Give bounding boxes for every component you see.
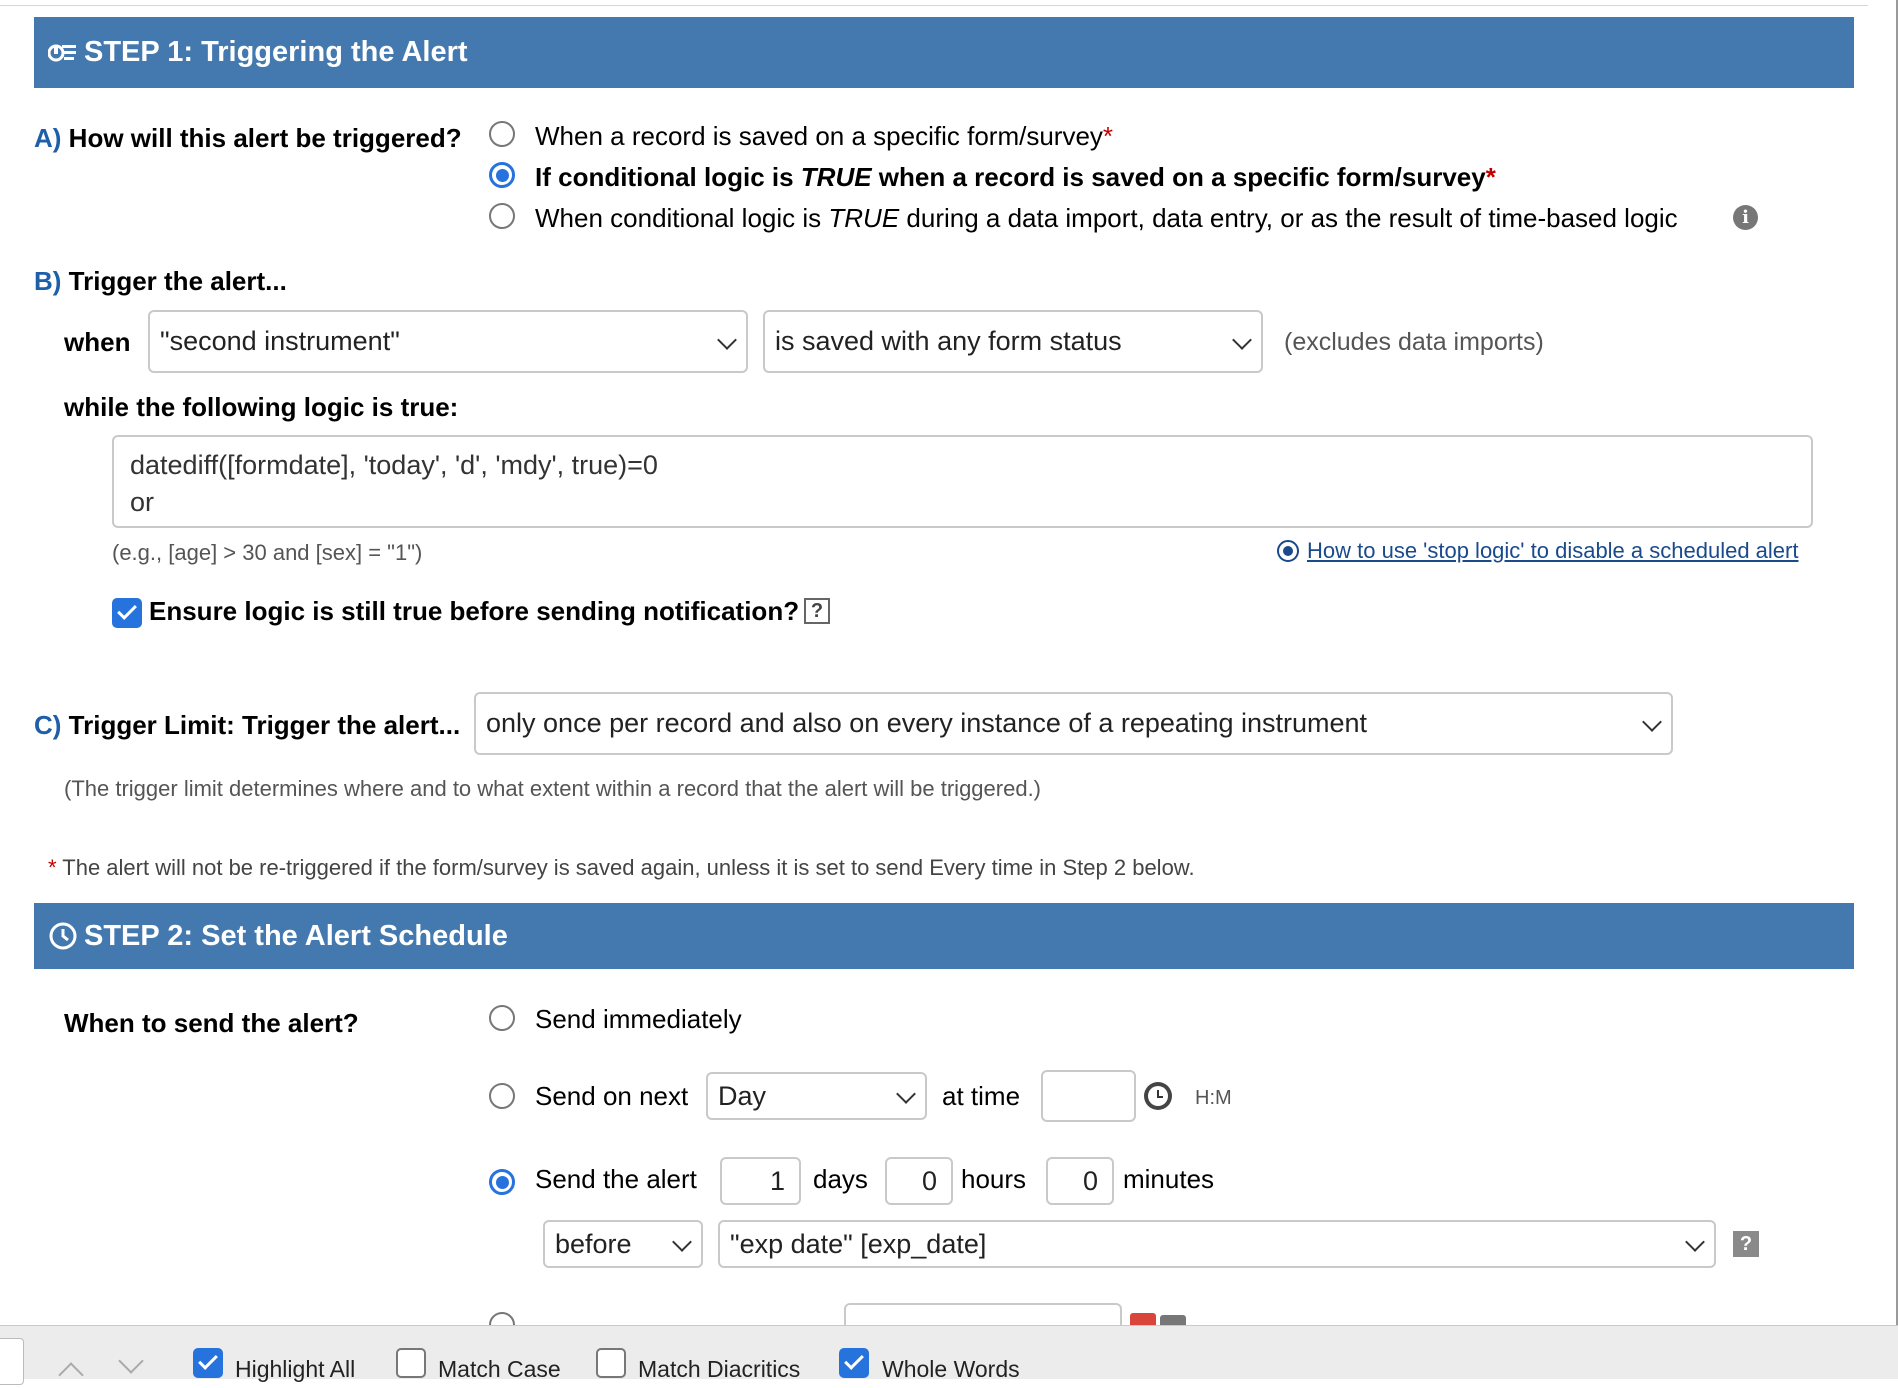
section-b-label: B) Trigger the alert... [34,266,287,296]
chevron-up-icon[interactable] [58,1362,84,1388]
hours-label: hours [961,1164,1027,1194]
excludes-note: (excludes data imports) [1284,328,1544,356]
send-on-next-label[interactable]: Send on next [535,1081,688,1112]
trigger-limit-select[interactable]: only once per record and also on every i… [474,692,1673,755]
days-input[interactable]: 1 [720,1157,801,1205]
section-a-label: A) How will this alert be triggered? [34,123,462,154]
trigger-limit-note: (The trigger limit determines where and … [64,776,1042,801]
match-case-label[interactable]: Match Case [438,1356,561,1383]
highlight-all-checkbox[interactable] [193,1348,223,1378]
info-icon[interactable]: i [1733,205,1758,230]
chevron-down-icon [1642,711,1662,732]
section-c-label: C) Trigger Limit: Trigger the alert... [34,710,461,740]
top-divider [0,0,1868,6]
stop-logic-link[interactable]: How to use 'stop logic' to disable a sch… [1307,538,1798,564]
step1-title: STEP 1: Triggering the Alert [84,36,468,68]
schedule-help-icon[interactable]: ? [1733,1231,1759,1257]
section-a-letter: A) [34,123,62,153]
ensure-help-icon[interactable]: ? [804,598,830,624]
send-the-alert-label[interactable]: Send the alert [535,1164,697,1195]
whole-words-label[interactable]: Whole Words [882,1356,1020,1383]
target-icon [1277,540,1299,562]
trigger-option-logic-on-save-label[interactable]: If conditional logic is TRUE when a reco… [535,162,1496,193]
chevron-down-icon [896,1084,916,1104]
hours-input[interactable]: 0 [885,1157,953,1205]
ensure-logic-checkbox[interactable] [112,598,142,628]
trigger-option-logic-any-label[interactable]: When conditional logic is TRUE during a … [535,203,1678,234]
before-after-select[interactable]: before [543,1220,703,1268]
instrument-select[interactable]: "second instrument" [148,310,748,373]
time-input[interactable] [1041,1070,1136,1122]
alert-editor-page: STEP 1: Triggering the Alert A) How will… [0,0,1898,1388]
step2-header: STEP 2: Set the Alert Schedule [34,903,1854,969]
chevron-down-icon [1685,1232,1705,1252]
send-on-next-radio[interactable] [489,1083,515,1109]
send-the-alert-radio[interactable] [489,1169,515,1195]
trigger-option-logic-on-save-radio[interactable] [489,162,515,188]
match-diacritics-checkbox[interactable] [596,1348,626,1378]
chevron-down-icon[interactable] [118,1348,144,1374]
match-diacritics-label[interactable]: Match Diacritics [638,1356,800,1383]
find-bar: Highlight All Match Case Match Diacritic… [0,1325,1898,1388]
chevron-down-icon [1232,329,1252,350]
clock-icon [46,919,80,953]
minutes-input[interactable]: 0 [1046,1157,1114,1205]
send-immediately-label[interactable]: Send immediately [535,1004,742,1035]
next-period-select[interactable]: Day [706,1072,927,1120]
highlight-all-label[interactable]: Highlight All [235,1356,355,1383]
date-field-select[interactable]: "exp date" [exp_date] [718,1220,1716,1268]
section-a-question: How will this alert be triggered? [68,123,462,153]
minutes-label: minutes [1123,1164,1215,1194]
trigger-option-form-saved-radio[interactable] [489,121,515,147]
step2-title: STEP 2: Set the Alert Schedule [84,919,508,952]
footnote: * The alert will not be re-triggered if … [48,855,1195,880]
logic-example: (e.g., [age] > 30 and [sex] = "1") [112,540,423,565]
time-picker-icon[interactable] [1144,1082,1172,1110]
send-immediately-radio[interactable] [489,1005,515,1031]
logic-textarea[interactable]: datediff([formdate], 'today', 'd', 'mdy'… [112,435,1813,528]
match-case-checkbox[interactable] [396,1348,426,1378]
when-label: when [64,327,131,357]
whole-words-checkbox[interactable] [839,1348,869,1378]
time-format-label: H:M [1195,1087,1232,1109]
ensure-logic-label: Ensure logic is still true before sendin… [149,596,800,626]
trigger-option-logic-any-radio[interactable] [489,203,515,229]
trigger-option-form-saved-label[interactable]: When a record is saved on a specific for… [535,121,1113,152]
when-to-send-label: When to send the alert? [64,1008,359,1038]
step1-header: STEP 1: Triggering the Alert [34,17,1854,88]
chevron-down-icon [717,329,737,350]
alert-trigger-icon [46,36,80,70]
form-status-select[interactable]: is saved with any form status [763,310,1263,373]
at-time-label: at time [942,1081,1021,1111]
chevron-down-icon [672,1232,692,1252]
days-label: days [813,1164,868,1194]
logic-label: while the following logic is true: [64,392,459,422]
